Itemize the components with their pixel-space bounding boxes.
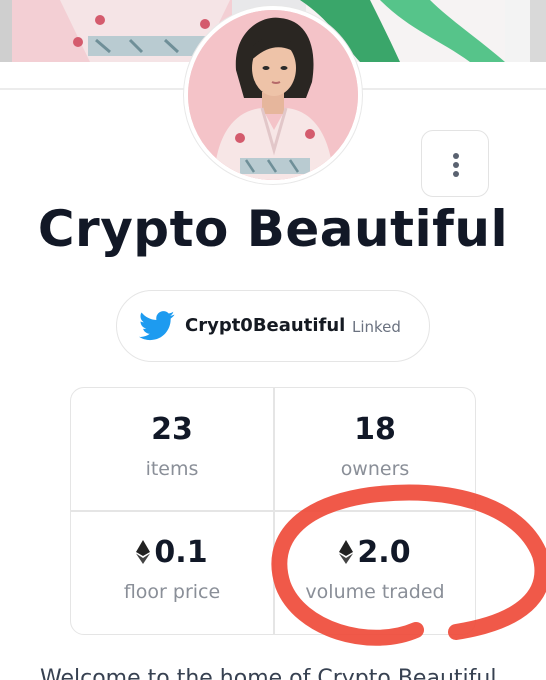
vertical-ellipsis-icon [453,171,459,177]
stat-items[interactable]: 23 items [71,388,273,510]
stat-label: floor price [123,581,221,603]
vertical-ellipsis-icon [453,153,459,159]
collection-description: Welcome to the home of Crypto Beautiful [40,666,497,680]
avatar-portrait [188,10,358,180]
twitter-status: Linked [352,318,401,336]
stat-value: 23 [151,412,193,447]
stat-value: 0.1 [154,535,208,570]
ethereum-icon [339,540,354,564]
twitter-bird-icon [139,311,175,341]
stat-floor-price[interactable]: 0.1 floor price [71,511,273,633]
stat-label: items [145,458,199,480]
stat-value-row: 0.1 [71,535,273,570]
twitter-handle: Crypt0Beautiful [185,315,346,336]
vertical-ellipsis-icon [453,162,459,168]
ethereum-icon [136,540,151,564]
stat-value-row: 2.0 [274,535,476,570]
more-options-button[interactable] [421,130,489,197]
twitter-link[interactable]: Crypt0Beautiful Linked [116,290,430,362]
stat-label: owners [340,458,410,480]
stat-volume-traded[interactable]: 2.0 volume traded [274,511,476,633]
collection-title: Crypto Beautiful [37,200,509,258]
collection-stats: 23 items 18 owners 0.1 floor price 2.0 v… [70,387,476,635]
stat-label: volume traded [305,581,445,603]
stat-value: 18 [354,412,396,447]
stat-value: 2.0 [357,535,411,570]
collection-avatar [184,6,362,184]
stat-owners[interactable]: 18 owners [274,388,476,510]
